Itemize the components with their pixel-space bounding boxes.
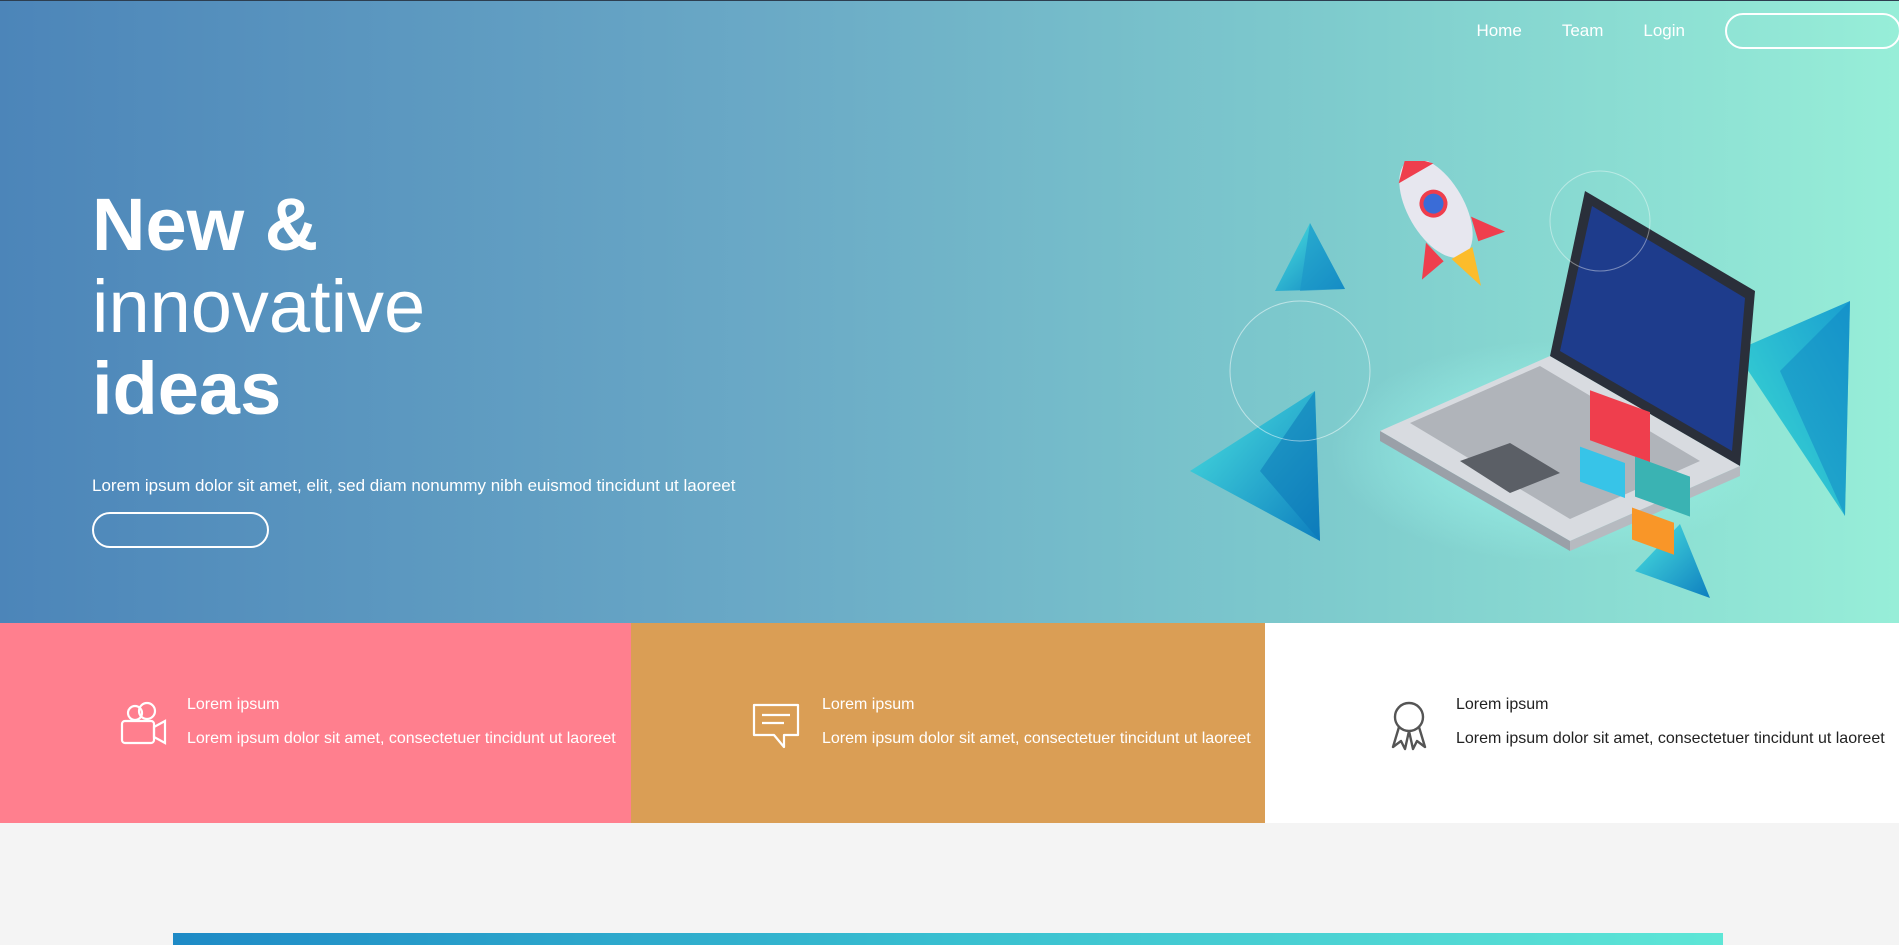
top-nav: Home Team Login [1476, 13, 1899, 49]
rocket [1398, 161, 1506, 286]
headline-line-2: innovative [92, 265, 426, 348]
feature-text-2: Lorem ipsum dolor sit amet, consectetuer… [822, 730, 1251, 747]
feature-title-3: Lorem ipsum [1456, 696, 1549, 713]
nav-login-link[interactable]: Login [1643, 21, 1685, 41]
bottom-banner-strip [173, 933, 1723, 945]
feature-title-2: Lorem ipsum [822, 696, 915, 713]
features-section: Lorem ipsum Lorem ipsum dolor sit amet, … [0, 623, 1899, 823]
feature-card-2: Lorem ipsum Lorem ipsum dolor sit amet, … [631, 623, 1265, 823]
award-ribbon-icon [1391, 701, 1427, 751]
feature-card-3: Lorem ipsum Lorem ipsum dolor sit amet, … [1265, 623, 1899, 823]
feature-text-3: Lorem ipsum dolor sit amet, consectetuer… [1456, 730, 1885, 747]
nav-team-link[interactable]: Team [1562, 21, 1604, 41]
hero-cta-button[interactable] [92, 512, 269, 548]
nav-home-link[interactable]: Home [1476, 21, 1521, 41]
headline-line-3: ideas [92, 347, 282, 430]
feature-text-1: Lorem ipsum dolor sit amet, consectetuer… [187, 730, 616, 747]
feature-title-1: Lorem ipsum [187, 696, 280, 713]
chat-bubble-icon [752, 703, 800, 749]
headline-line-1: New & [92, 183, 319, 266]
hero-section: Home Team Login New & innovative ideas L… [0, 0, 1899, 623]
hero-description: Lorem ipsum dolor sit amet, elit, sed di… [92, 476, 736, 495]
hero-headline: New & innovative ideas [92, 184, 425, 430]
video-camera-icon [120, 701, 167, 745]
feature-card-1: Lorem ipsum Lorem ipsum dolor sit amet, … [0, 623, 631, 823]
laptop-rocket-illustration [1190, 161, 1850, 598]
nav-signup-button[interactable] [1725, 13, 1899, 49]
